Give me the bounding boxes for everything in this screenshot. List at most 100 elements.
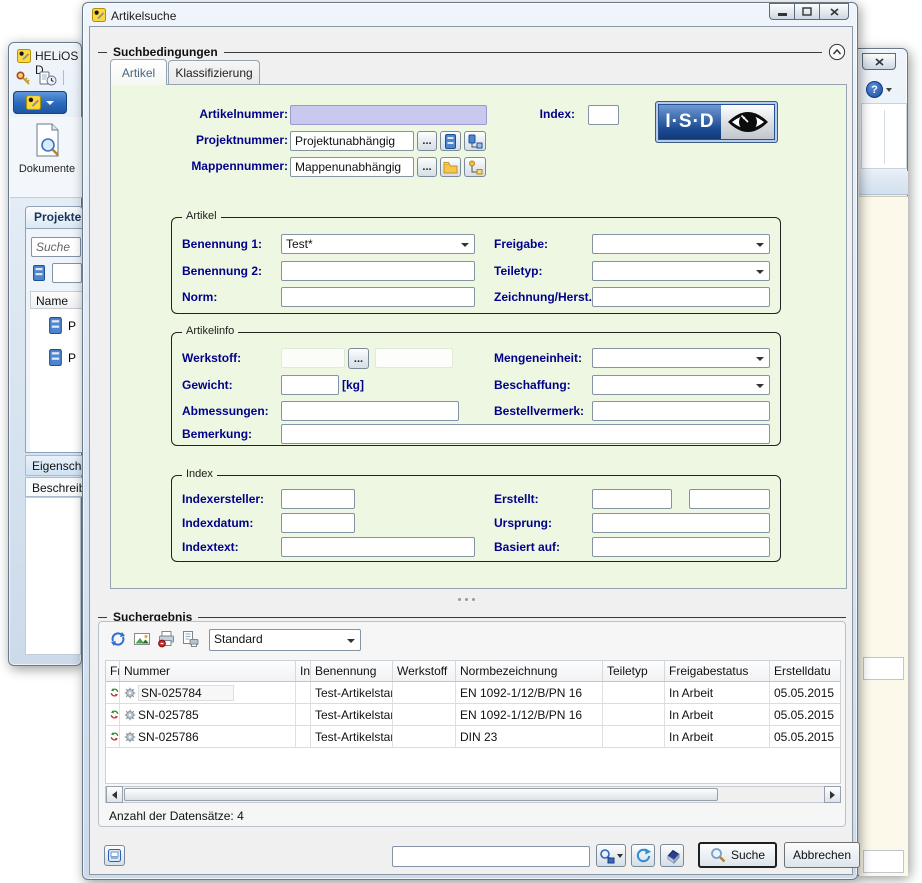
column-header-name[interactable]: Name bbox=[30, 291, 84, 309]
row-status-cell bbox=[106, 682, 120, 703]
result-view-combo[interactable]: Standard bbox=[209, 629, 361, 651]
abmessungen-input[interactable] bbox=[281, 401, 459, 421]
werkstoff-browse-button[interactable]: ... bbox=[348, 348, 369, 369]
column-header-freigabestatus[interactable]: Freigabestatus bbox=[665, 661, 770, 681]
beschaffung-combo[interactable] bbox=[592, 375, 770, 395]
table-row[interactable]: SN-025785 Test-Artikelstamm2 EN 1092-1/1… bbox=[106, 704, 840, 726]
indextext-input[interactable] bbox=[281, 537, 475, 557]
bestellvermerk-input[interactable] bbox=[592, 401, 770, 421]
mappennummer-input[interactable]: Mappenunabhängig bbox=[290, 157, 414, 177]
column-header-teiletyp[interactable]: Teiletyp bbox=[603, 661, 665, 681]
section-beschreibung[interactable]: Beschreibu bbox=[25, 477, 83, 497]
splitter-handle[interactable] bbox=[458, 598, 475, 601]
row-teiletyp-cell bbox=[603, 704, 665, 725]
freigabe-combo[interactable] bbox=[592, 234, 770, 254]
dialog-mode-button[interactable] bbox=[104, 845, 125, 866]
suchbedingungen-label: Suchbedingungen bbox=[113, 45, 218, 59]
part-gear-icon bbox=[124, 731, 136, 743]
mappe-browse-button[interactable]: ... bbox=[417, 157, 437, 177]
maximize-button[interactable] bbox=[794, 3, 820, 20]
section-eigenschaften[interactable]: Eigenschaf bbox=[25, 455, 83, 476]
column-header-erstelldatum[interactable]: Erstelldatu bbox=[770, 661, 840, 681]
artikelnummer-input[interactable] bbox=[290, 105, 487, 125]
projekt-search-input[interactable]: Suche bbox=[31, 237, 81, 257]
reload-button[interactable] bbox=[631, 844, 655, 867]
close-icon bbox=[875, 58, 884, 66]
key-icon[interactable] bbox=[15, 70, 32, 87]
dokumente-label: Dokumente bbox=[19, 163, 75, 175]
close-button[interactable] bbox=[862, 53, 896, 70]
history-icon[interactable] bbox=[39, 70, 57, 87]
description-pane bbox=[25, 497, 81, 655]
indexdatum-input[interactable] bbox=[281, 513, 355, 533]
benennung2-input[interactable] bbox=[281, 261, 475, 281]
indexersteller-input[interactable] bbox=[281, 489, 355, 509]
index-input[interactable] bbox=[588, 105, 619, 125]
clear-button[interactable] bbox=[660, 844, 684, 867]
dokumente-button[interactable]: Dokumente bbox=[14, 119, 80, 195]
basiert-auf-input[interactable] bbox=[592, 537, 770, 557]
mengeneinheit-combo[interactable] bbox=[592, 348, 770, 368]
erstellt-bis-input[interactable] bbox=[689, 489, 770, 509]
ursprung-input[interactable] bbox=[592, 513, 770, 533]
table-empty-area bbox=[106, 748, 840, 783]
erstellt-von-input[interactable] bbox=[592, 489, 672, 509]
row-in-cell bbox=[296, 682, 311, 703]
saved-search-button[interactable] bbox=[596, 844, 626, 867]
teiletyp-combo[interactable] bbox=[592, 261, 770, 281]
column-header-in[interactable]: In bbox=[296, 661, 311, 681]
print-list-button[interactable] bbox=[181, 630, 201, 650]
projektnummer-input[interactable]: Projektunabhängig bbox=[290, 131, 414, 151]
cabinet-icon bbox=[48, 317, 64, 334]
freigabe-label: Freigabe: bbox=[494, 237, 548, 251]
refresh-results-button[interactable] bbox=[109, 630, 129, 650]
app-menu-button[interactable] bbox=[13, 91, 67, 114]
column-header-fr[interactable]: Fr bbox=[106, 661, 120, 681]
content-field[interactable] bbox=[863, 657, 904, 680]
benennung1-combo[interactable]: Test* bbox=[281, 234, 475, 254]
reload-icon bbox=[635, 847, 652, 864]
collapse-button[interactable] bbox=[828, 43, 846, 61]
close-button[interactable] bbox=[819, 3, 849, 20]
list-item[interactable]: P bbox=[48, 317, 76, 334]
quick-search-combo[interactable] bbox=[392, 846, 590, 867]
mappe-select-button[interactable] bbox=[440, 157, 461, 177]
table-row[interactable]: SN-025784 Test-Artikelstamm1 EN 1092-1/1… bbox=[106, 682, 840, 704]
column-header-nummer[interactable]: Nummer bbox=[120, 661, 296, 681]
scroll-left-button[interactable] bbox=[106, 786, 123, 803]
minimize-button[interactable] bbox=[769, 3, 795, 20]
suche-button-label: Suche bbox=[731, 848, 765, 862]
tab-klassifizierung[interactable]: Klassifizierung bbox=[168, 60, 260, 85]
projekt-structure-button[interactable] bbox=[464, 131, 486, 151]
help-button[interactable]: ? bbox=[866, 81, 892, 98]
tab-projekte[interactable]: Projekte bbox=[25, 206, 83, 228]
norm-label: Norm: bbox=[182, 290, 217, 304]
table-row[interactable]: SN-025786 Test-Artikelstamm3 DIN 23 In A… bbox=[106, 726, 840, 748]
tab-artikel[interactable]: Artikel bbox=[110, 59, 167, 85]
column-header-normbezeichnung[interactable]: Normbezeichnung bbox=[456, 661, 603, 681]
norm-input[interactable] bbox=[281, 287, 475, 307]
mappe-structure-button[interactable] bbox=[464, 157, 486, 177]
gewicht-input[interactable] bbox=[281, 375, 339, 395]
scrollbar-thumb[interactable] bbox=[124, 788, 718, 801]
bemerkung-input[interactable] bbox=[281, 424, 770, 444]
horizontal-scrollbar[interactable] bbox=[105, 786, 841, 803]
suche-button[interactable]: Suche bbox=[698, 842, 777, 868]
export-image-button[interactable] bbox=[133, 630, 153, 650]
artikelinfo-groupbox: Artikelinfo Werkstoff: ... Mengeneinheit… bbox=[171, 332, 781, 446]
content-field[interactable] bbox=[863, 850, 904, 873]
projektnummer-label: Projektnummer: bbox=[151, 133, 288, 147]
zeichnung-input[interactable] bbox=[592, 287, 770, 307]
scroll-right-button[interactable] bbox=[824, 786, 841, 803]
column-header-werkstoff[interactable]: Werkstoff bbox=[393, 661, 456, 681]
index-groupbox: Index Indexersteller: Erstellt: Indexdat… bbox=[171, 475, 781, 562]
werkstoff-input[interactable] bbox=[281, 348, 345, 368]
row-in-cell bbox=[296, 704, 311, 725]
print-preview-button[interactable] bbox=[157, 630, 177, 650]
projekt-select-button[interactable] bbox=[440, 131, 461, 151]
projekt-browse-button[interactable]: ... bbox=[417, 131, 437, 151]
column-header-benennung[interactable]: Benennung bbox=[311, 661, 393, 681]
projekt-filter-input[interactable] bbox=[52, 263, 82, 283]
list-item[interactable]: P bbox=[48, 349, 76, 366]
abbrechen-button[interactable]: Abbrechen bbox=[784, 842, 860, 868]
